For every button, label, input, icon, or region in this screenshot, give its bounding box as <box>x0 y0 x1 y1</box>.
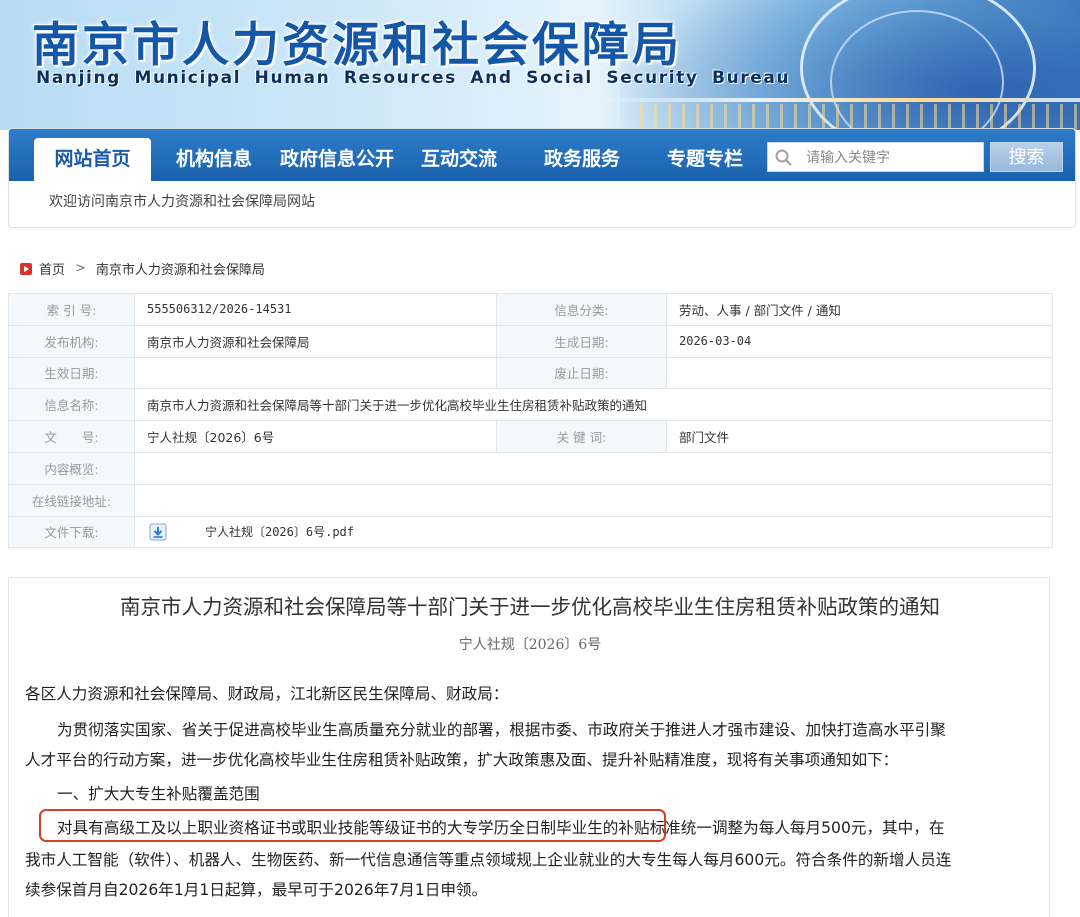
download-label: 文件下载: <box>8 515 135 549</box>
table-row: 文 号: 宁人社规〔2026〕6号 关 键 词: 部门文件 <box>8 420 1053 453</box>
info-name-label: 信息名称: <box>8 388 135 422</box>
article-doc-number: 宁人社规〔2026〕6号 <box>458 637 602 653</box>
table-row: 文件下载: 宁人社规〔2026〕6号.pdf <box>8 515 1053 549</box>
search-button[interactable]: 搜索 <box>990 142 1063 172</box>
info-name-value: 南京市人力资源和社会保障局等十部门关于进一步优化高校毕业生住房租赁补贴政策的通知 <box>134 388 1053 422</box>
nav-gov-info[interactable]: 政府信息公开 <box>272 138 402 181</box>
section-1-line-3: 续参保首月自2026年1月1日起算，最早可于2026年7月1日申领。 <box>25 881 488 899</box>
search-icon <box>775 149 792 166</box>
article-title: 南京市人力资源和社会保障局等十部门关于进一步优化高校毕业生住房租赁补贴政策的通知 <box>120 595 940 619</box>
section-1-line-2: 我市人工智能（软件）、机器人、生物医药、新一代信息通信等重点领域规上企业就业的大… <box>25 851 952 869</box>
highlighted-text: 对具有高级工及以上职业资格证书或职业技能等级证书的大专学历全日制毕业生 <box>57 819 603 837</box>
index-label: 索 引 号: <box>8 293 135 326</box>
search-input[interactable] <box>804 145 978 171</box>
index-value: 555506312/2026-14531 <box>134 293 497 326</box>
breadcrumb-current[interactable]: 南京市人力资源和社会保障局 <box>96 259 265 278</box>
summary-label: 内容概览: <box>8 451 135 485</box>
repeal-date-label: 废止日期: <box>496 356 667 390</box>
article-panel: 南京市人力资源和社会保障局等十部门关于进一步优化高校毕业生住房租赁补贴政策的通知… <box>8 577 1050 917</box>
breadcrumb-home[interactable]: 首页 <box>39 259 65 278</box>
article-recipients: 各区人力资源和社会保障局、财政局，江北新区民生保障局、财政局： <box>25 685 509 703</box>
table-row: 内容概览: <box>8 451 1053 485</box>
doc-number-label: 文 号: <box>8 420 135 453</box>
header-banner: 南京市人力资源和社会保障局 Nanjing Municipal Human Re… <box>0 0 1080 130</box>
site-title: 南京市人力资源和社会保障局 <box>32 18 682 73</box>
download-icon[interactable] <box>149 523 167 541</box>
keywords-label: 关 键 词: <box>496 420 667 453</box>
download-cell: 宁人社规〔2026〕6号.pdf <box>134 515 1053 549</box>
table-row: 在线链接地址: <box>8 483 1053 517</box>
table-row: 生效日期: 废止日期: <box>8 356 1053 390</box>
effective-date-label: 生效日期: <box>8 356 135 390</box>
document-info-table: 索 引 号: 555506312/2026-14531 信息分类: 劳动、人事 … <box>8 293 1053 549</box>
category-value: 劳动、人事 / 部门文件 / 通知 <box>666 293 1053 326</box>
section-1-line-1-rest: 的补贴标准统一调整为每人每月500元，其中，在 <box>602 819 945 837</box>
table-row: 索 引 号: 555506312/2026-14531 信息分类: 劳动、人事 … <box>8 293 1053 326</box>
publisher-label: 发布机构: <box>8 324 135 358</box>
search-box <box>767 142 984 172</box>
main-navbar: 网站首页 机构信息 政府信息公开 互动交流 政务服务 专题专栏 搜索 <box>9 129 1075 181</box>
breadcrumb-separator: > <box>75 261 86 276</box>
summary-value <box>134 451 1053 485</box>
created-date-value: 2026-03-04 <box>666 324 1053 358</box>
keywords-value: 部门文件 <box>666 420 1053 453</box>
publisher-value: 南京市人力资源和社会保障局 <box>134 324 497 358</box>
nav-interaction[interactable]: 互动交流 <box>409 138 509 181</box>
breadcrumb: 首页 > 南京市人力资源和社会保障局 <box>20 259 265 278</box>
effective-date-value <box>134 356 497 390</box>
download-file-link[interactable]: 宁人社规〔2026〕6号.pdf <box>205 525 354 539</box>
section-1-heading: 一、扩大大专生补贴覆盖范围 <box>57 785 260 803</box>
home-icon <box>20 262 32 275</box>
welcome-text: 欢迎访问南京市人力资源和社会保障局网站 <box>49 194 315 210</box>
table-row: 信息名称: 南京市人力资源和社会保障局等十部门关于进一步优化高校毕业生住房租赁补… <box>8 388 1053 422</box>
table-row: 发布机构: 南京市人力资源和社会保障局 生成日期: 2026-03-04 <box>8 324 1053 358</box>
intro-line-1: 为贯彻落实国家、省关于促进高校毕业生高质量充分就业的部署，根据市委、市政府关于推… <box>57 721 946 739</box>
section-1-line-1: 对具有高级工及以上职业资格证书或职业技能等级证书的大专学历全日制毕业生的补贴标准… <box>25 812 1037 844</box>
created-date-label: 生成日期: <box>496 324 667 358</box>
nav-services[interactable]: 政务服务 <box>532 138 632 181</box>
bridge-deck <box>540 98 1080 102</box>
site-subtitle: Nanjing Municipal Human Resources And So… <box>36 68 791 88</box>
nav-topics[interactable]: 专题专栏 <box>655 138 755 181</box>
nav-organization[interactable]: 机构信息 <box>164 138 264 181</box>
online-link-value <box>134 483 1053 517</box>
category-label: 信息分类: <box>496 293 667 326</box>
nav-panel: 网站首页 机构信息 政府信息公开 互动交流 政务服务 专题专栏 搜索 欢迎访问南… <box>8 128 1076 228</box>
online-link-label: 在线链接地址: <box>8 483 135 517</box>
doc-number-value: 宁人社规〔2026〕6号 <box>134 420 497 453</box>
nav-home[interactable]: 网站首页 <box>34 138 151 181</box>
article-intro: 为贯彻落实国家、省关于促进高校毕业生高质量充分就业的部署，根据市委、市政府关于推… <box>25 714 1037 746</box>
article-intro-cont: 人才平台的行动方案，进一步优化高校毕业生住房租赁补贴政策，扩大政策惠及面、提升补… <box>25 751 899 769</box>
repeal-date-value <box>666 356 1053 390</box>
city-lights <box>640 104 1080 130</box>
